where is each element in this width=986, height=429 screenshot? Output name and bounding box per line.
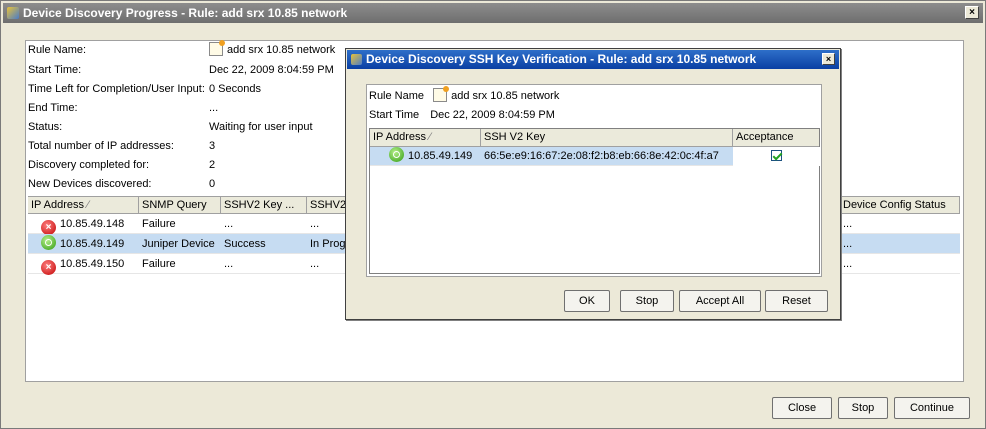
cell-ssh-key: 66:5e:e9:16:67:2e:08:f2:b8:eb:66:8e:42:0…: [484, 150, 719, 162]
dialog-start-time: Start Time Dec 22, 2009 8:04:59 PM: [369, 107, 555, 123]
cell-key: ...: [224, 218, 234, 230]
cell-config: ...: [843, 258, 853, 270]
info-label: Rule Name:: [28, 44, 87, 56]
rule-name-label: Rule Name: [369, 90, 425, 102]
info-value: 0: [209, 178, 216, 190]
cell-ip: 10.85.49.149: [38, 234, 143, 254]
cell-ip: × 10.85.49.148: [38, 214, 143, 235]
info-value: 0 Seconds: [209, 83, 261, 95]
cell-sshv2: ...: [310, 258, 320, 270]
info-label: End Time:: [28, 102, 78, 114]
info-label: Total number of IP addresses:: [28, 140, 174, 152]
info-value: Dec 22, 2009 8:04:59 PM: [209, 64, 334, 76]
info-value: 3: [209, 140, 216, 152]
ssh-key-verification-dialog: Device Discovery SSH Key Verification - …: [345, 48, 841, 320]
col-header-ssh-v2-key[interactable]: SSH V2 Key: [481, 129, 733, 146]
cell-sshv2: ...: [310, 218, 320, 230]
dialog-panel: Rule Name add srx 10.85 network Start Ti…: [366, 84, 822, 277]
ok-button[interactable]: OK: [564, 290, 610, 312]
info-label: Start Time:: [28, 64, 82, 76]
col-header-device-config-status[interactable]: Device Config Status: [839, 197, 960, 214]
cell-key: Success: [224, 238, 266, 250]
stop-button[interactable]: Stop: [838, 397, 888, 419]
accept-all-button[interactable]: Accept All: [679, 290, 761, 312]
info-value: Waiting for user input: [209, 121, 313, 133]
col-header-sshv2[interactable]: SSHV2: [307, 197, 347, 214]
info-value: add srx 10.85 network: [209, 40, 335, 58]
success-icon: [41, 235, 56, 250]
col-header-snmp-query[interactable]: SNMP Query: [139, 197, 221, 214]
info-value: ...: [209, 102, 219, 114]
rule-icon: [209, 40, 225, 56]
cell-sshv2: In Progr: [310, 238, 347, 250]
info-value: 2: [209, 159, 216, 171]
col-header-sshv2-key[interactable]: SSHV2 Key ...: [221, 197, 307, 214]
window-close-button[interactable]: ×: [965, 6, 979, 19]
cell-acceptance: [733, 147, 820, 166]
app-icon: [7, 7, 19, 19]
col-header-acceptance[interactable]: Acceptance: [733, 129, 820, 146]
cell-config: ...: [843, 218, 853, 230]
ssh-table-row[interactable]: 10.85.49.149 66:5e:e9:16:67:2e:08:f2:b8:…: [370, 147, 820, 166]
info-label: New Devices discovered:: [28, 178, 152, 190]
failure-icon: ×: [41, 260, 56, 275]
close-button[interactable]: Close: [772, 397, 832, 419]
cell-config: ...: [843, 238, 853, 250]
window-title: Device Discovery Progress - Rule: add sr…: [23, 6, 348, 20]
rule-icon: [433, 86, 450, 102]
dialog-rule-name: Rule Name add srx 10.85 network: [369, 86, 559, 104]
ssh-key-table: IP Address ⁄ SSH V2 Key Acceptance 10.85…: [369, 128, 820, 274]
col-header-ip-address[interactable]: IP Address ⁄: [370, 129, 481, 146]
continue-button[interactable]: Continue: [894, 397, 970, 419]
rule-name-value: add srx 10.85 network: [433, 86, 559, 102]
success-icon: [389, 147, 404, 162]
failure-icon: ×: [41, 220, 56, 235]
dialog-close-button[interactable]: ×: [822, 53, 835, 65]
dialog-titlebar[interactable]: Device Discovery SSH Key Verification - …: [347, 50, 839, 69]
cell-snmp: Failure: [142, 258, 176, 270]
cell-snmp: Failure: [142, 218, 176, 230]
acceptance-checkbox[interactable]: [771, 150, 782, 161]
cell-ip: × 10.85.49.150: [38, 254, 143, 275]
window-titlebar[interactable]: Device Discovery Progress - Rule: add sr…: [3, 3, 983, 23]
info-label: Status:: [28, 121, 63, 133]
info-label: Time Left for Completion/User Input:: [28, 83, 205, 95]
dialog-stop-button[interactable]: Stop: [620, 290, 674, 312]
cell-key: ...: [224, 258, 234, 270]
start-time-label: Start Time: [369, 109, 420, 121]
start-time-value: Dec 22, 2009 8:04:59 PM: [430, 109, 555, 121]
col-header-ip-address[interactable]: IP Address ⁄: [28, 197, 139, 214]
reset-button[interactable]: Reset: [765, 290, 828, 312]
dialog-title: Device Discovery SSH Key Verification - …: [366, 52, 757, 66]
ssh-table-header: IP Address ⁄ SSH V2 Key Acceptance: [370, 129, 819, 147]
cell-snmp: Juniper Device: [142, 238, 215, 250]
info-label: Discovery completed for:: [28, 159, 150, 171]
cell-ip: 10.85.49.149: [386, 147, 481, 166]
app-icon: [351, 54, 362, 65]
